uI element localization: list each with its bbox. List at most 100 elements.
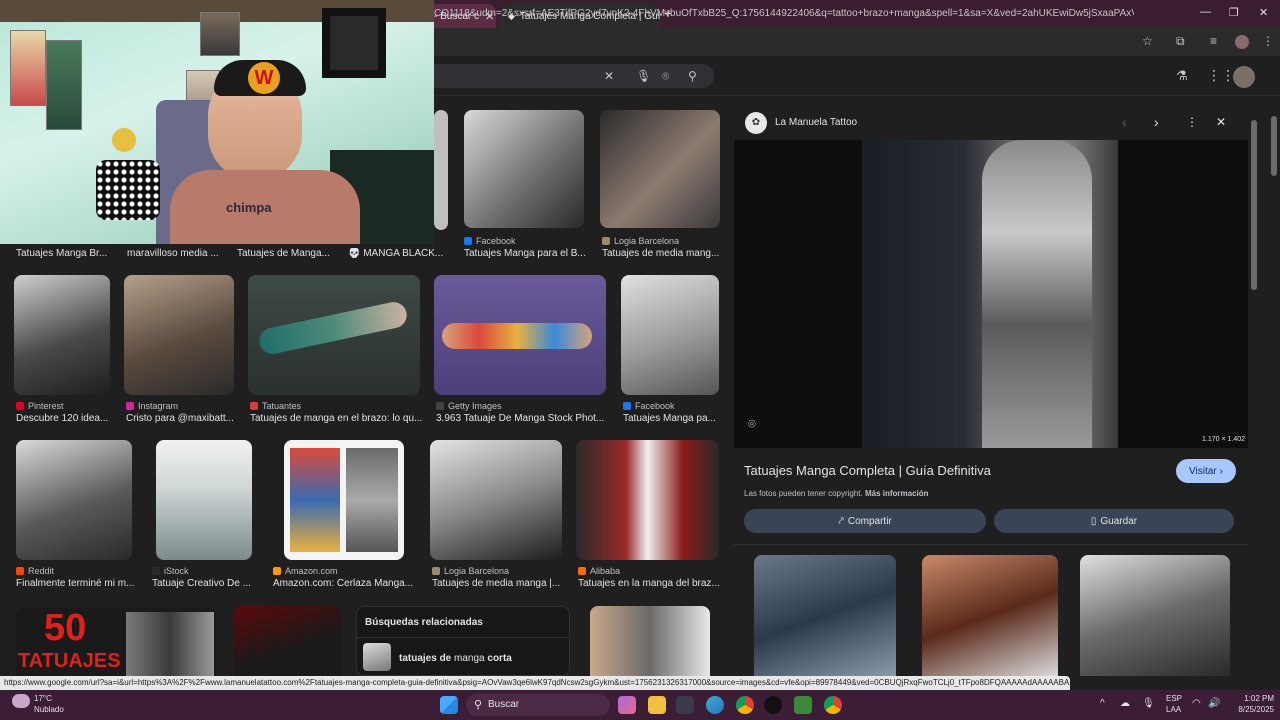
prev-icon[interactable]: ‹ bbox=[1122, 114, 1127, 130]
image-thumbnail[interactable] bbox=[434, 110, 448, 230]
image-thumbnail[interactable] bbox=[16, 440, 132, 560]
chrome-profile-icon[interactable] bbox=[824, 696, 842, 714]
wifi-icon[interactable]: ◠ bbox=[1192, 698, 1201, 709]
site-name[interactable]: La Manuela Tattoo bbox=[775, 117, 857, 128]
related-item-manga-corta[interactable]: tatuajes de manga corta bbox=[399, 653, 512, 664]
volume-icon[interactable]: 🔊 bbox=[1208, 698, 1220, 709]
image-caption[interactable]: Tatuaje Creativo De ... bbox=[152, 578, 252, 589]
image-caption[interactable]: Tatuajes Manga Br... bbox=[16, 248, 116, 259]
weather-temp[interactable]: 17°C bbox=[34, 694, 52, 703]
image-thumbnail[interactable] bbox=[284, 440, 404, 560]
address-bar[interactable]: CO1118&udm=2&sxsrf=AE3TifPG2yd7vnK2-4FhV… bbox=[434, 4, 1134, 24]
image-thumbnail[interactable] bbox=[248, 275, 420, 395]
visit-button[interactable]: Visitar › bbox=[1176, 459, 1236, 483]
cloud-icon[interactable]: ☁ bbox=[1120, 698, 1130, 709]
language-code[interactable]: ESP bbox=[1166, 694, 1182, 703]
weather-icon[interactable] bbox=[12, 694, 30, 708]
menu-icon[interactable]: ⋮ bbox=[1262, 34, 1274, 48]
image-caption[interactable]: Tatuajes de manga en el brazo: lo qu... bbox=[250, 413, 422, 424]
source-label[interactable]: Instagram bbox=[126, 401, 178, 411]
share-button[interactable]: ⤤ Compartir bbox=[744, 509, 986, 533]
image-caption[interactable]: Tatuajes Manga pa... bbox=[623, 413, 719, 424]
image-thumbnail[interactable] bbox=[434, 275, 606, 395]
image-caption[interactable]: Tatuajes de media mang... bbox=[602, 248, 722, 259]
copilot-icon[interactable] bbox=[618, 696, 636, 714]
next-icon[interactable]: › bbox=[1154, 114, 1159, 130]
source-label[interactable]: Tatuantes bbox=[250, 401, 301, 411]
save-button[interactable]: ▯ Guardar bbox=[994, 509, 1234, 533]
chrome-icon[interactable] bbox=[736, 696, 754, 714]
image-caption[interactable]: 💀 MANGA BLACK... bbox=[348, 248, 448, 259]
image-caption[interactable]: Amazon.com: Cerlaza Manga... bbox=[273, 578, 413, 589]
more-info-link[interactable]: Más información bbox=[865, 489, 929, 498]
image-thumbnail[interactable]: 50 TATUAJES bbox=[16, 608, 216, 676]
page-scrollbar[interactable] bbox=[1268, 100, 1280, 676]
taskbar-search[interactable]: Buscar bbox=[466, 694, 610, 716]
source-label[interactable]: iStock bbox=[152, 566, 189, 576]
image-caption[interactable]: Descubre 120 idea... bbox=[16, 413, 116, 424]
source-label[interactable]: Logia Barcelona bbox=[602, 236, 679, 246]
edge-icon[interactable] bbox=[706, 696, 724, 714]
image-caption[interactable]: Tatuajes de Manga... bbox=[237, 248, 337, 259]
weather-desc[interactable]: Nublado bbox=[34, 705, 64, 714]
preview-image[interactable] bbox=[862, 140, 1118, 448]
clock-date[interactable]: 8/25/2025 bbox=[1226, 705, 1274, 714]
star-icon[interactable]: ☆ bbox=[1142, 34, 1153, 48]
windows-start-icon[interactable] bbox=[440, 696, 458, 714]
image-thumbnail[interactable] bbox=[14, 275, 110, 395]
mic-icon[interactable]: 🎙 bbox=[636, 69, 651, 83]
extensions-icon[interactable]: ⧉ bbox=[1176, 34, 1185, 49]
github-icon[interactable] bbox=[764, 696, 782, 714]
image-thumbnail[interactable] bbox=[430, 440, 562, 560]
image-thumbnail[interactable] bbox=[600, 110, 720, 228]
page-scrollbar-thumb[interactable] bbox=[1271, 116, 1277, 176]
image-caption[interactable]: Cristo para @maxibatt... bbox=[126, 413, 236, 424]
image-thumbnail[interactable] bbox=[124, 275, 234, 395]
related-image[interactable] bbox=[922, 555, 1058, 676]
mic-tray-icon[interactable]: 🎙 bbox=[1142, 698, 1155, 709]
related-image[interactable] bbox=[754, 555, 896, 676]
apps-grid-icon[interactable]: ⋮⋮ bbox=[1207, 67, 1235, 84]
close-panel-icon[interactable]: ✕ bbox=[1216, 115, 1226, 129]
related-image[interactable] bbox=[1080, 555, 1230, 676]
result-title[interactable]: Tatuajes Manga Completa | Guía Definitiv… bbox=[744, 463, 991, 478]
restore-icon[interactable]: ❐ bbox=[1229, 6, 1239, 19]
image-caption[interactable]: Tatuajes Manga para el B... bbox=[464, 248, 589, 259]
minimize-icon[interactable]: — bbox=[1200, 6, 1211, 18]
keyboard-layout[interactable]: LAA bbox=[1166, 705, 1181, 714]
labs-icon[interactable]: ⚗ bbox=[1176, 68, 1188, 84]
image-caption[interactable]: 3.963 Tatuaje De Manga Stock Phot... bbox=[436, 413, 606, 424]
window-close-icon[interactable]: ✕ bbox=[1259, 6, 1268, 19]
source-label[interactable]: Pinterest bbox=[16, 401, 64, 411]
image-caption[interactable]: maravilloso media ... bbox=[127, 248, 227, 259]
profile-avatar[interactable] bbox=[1235, 35, 1249, 49]
lens-icon[interactable]: ⌾ bbox=[662, 69, 669, 84]
source-label[interactable]: Reddit bbox=[16, 566, 54, 576]
image-thumbnail[interactable] bbox=[234, 606, 342, 676]
media-icon[interactable]: ≡ bbox=[1210, 34, 1217, 48]
store-icon[interactable] bbox=[676, 696, 694, 714]
panel-scrollbar-thumb[interactable] bbox=[1251, 120, 1257, 290]
search-input[interactable] bbox=[434, 64, 714, 88]
source-label[interactable]: Logia Barcelona bbox=[432, 566, 509, 576]
image-thumbnail[interactable] bbox=[576, 440, 719, 560]
image-thumbnail[interactable] bbox=[621, 275, 719, 395]
source-label[interactable]: Getty Images bbox=[436, 401, 502, 411]
minecraft-icon[interactable] bbox=[794, 696, 812, 714]
clear-icon[interactable]: ✕ bbox=[604, 69, 614, 83]
source-label[interactable]: Amazon.com bbox=[273, 566, 338, 576]
search-icon[interactable]: ⚲ bbox=[688, 69, 697, 83]
more-icon[interactable]: ⋮ bbox=[1186, 115, 1198, 129]
source-label[interactable]: Facebook bbox=[623, 401, 675, 411]
account-avatar[interactable] bbox=[1233, 66, 1255, 88]
file-explorer-icon[interactable] bbox=[648, 696, 666, 714]
image-caption[interactable]: Finalmente terminé mi m... bbox=[16, 578, 136, 589]
image-thumbnail[interactable] bbox=[464, 110, 584, 228]
clock-time[interactable]: 1:02 PM bbox=[1230, 694, 1274, 703]
image-caption[interactable]: Tatuajes en la manga del braz... bbox=[578, 578, 719, 589]
image-caption[interactable]: Tatuajes de media manga |... bbox=[432, 578, 562, 589]
lens-search-icon[interactable]: ⌾ bbox=[748, 416, 756, 432]
source-label[interactable]: Facebook bbox=[464, 236, 516, 246]
image-thumbnail[interactable] bbox=[590, 606, 710, 676]
tray-chevron-icon[interactable]: ^ bbox=[1100, 698, 1105, 709]
